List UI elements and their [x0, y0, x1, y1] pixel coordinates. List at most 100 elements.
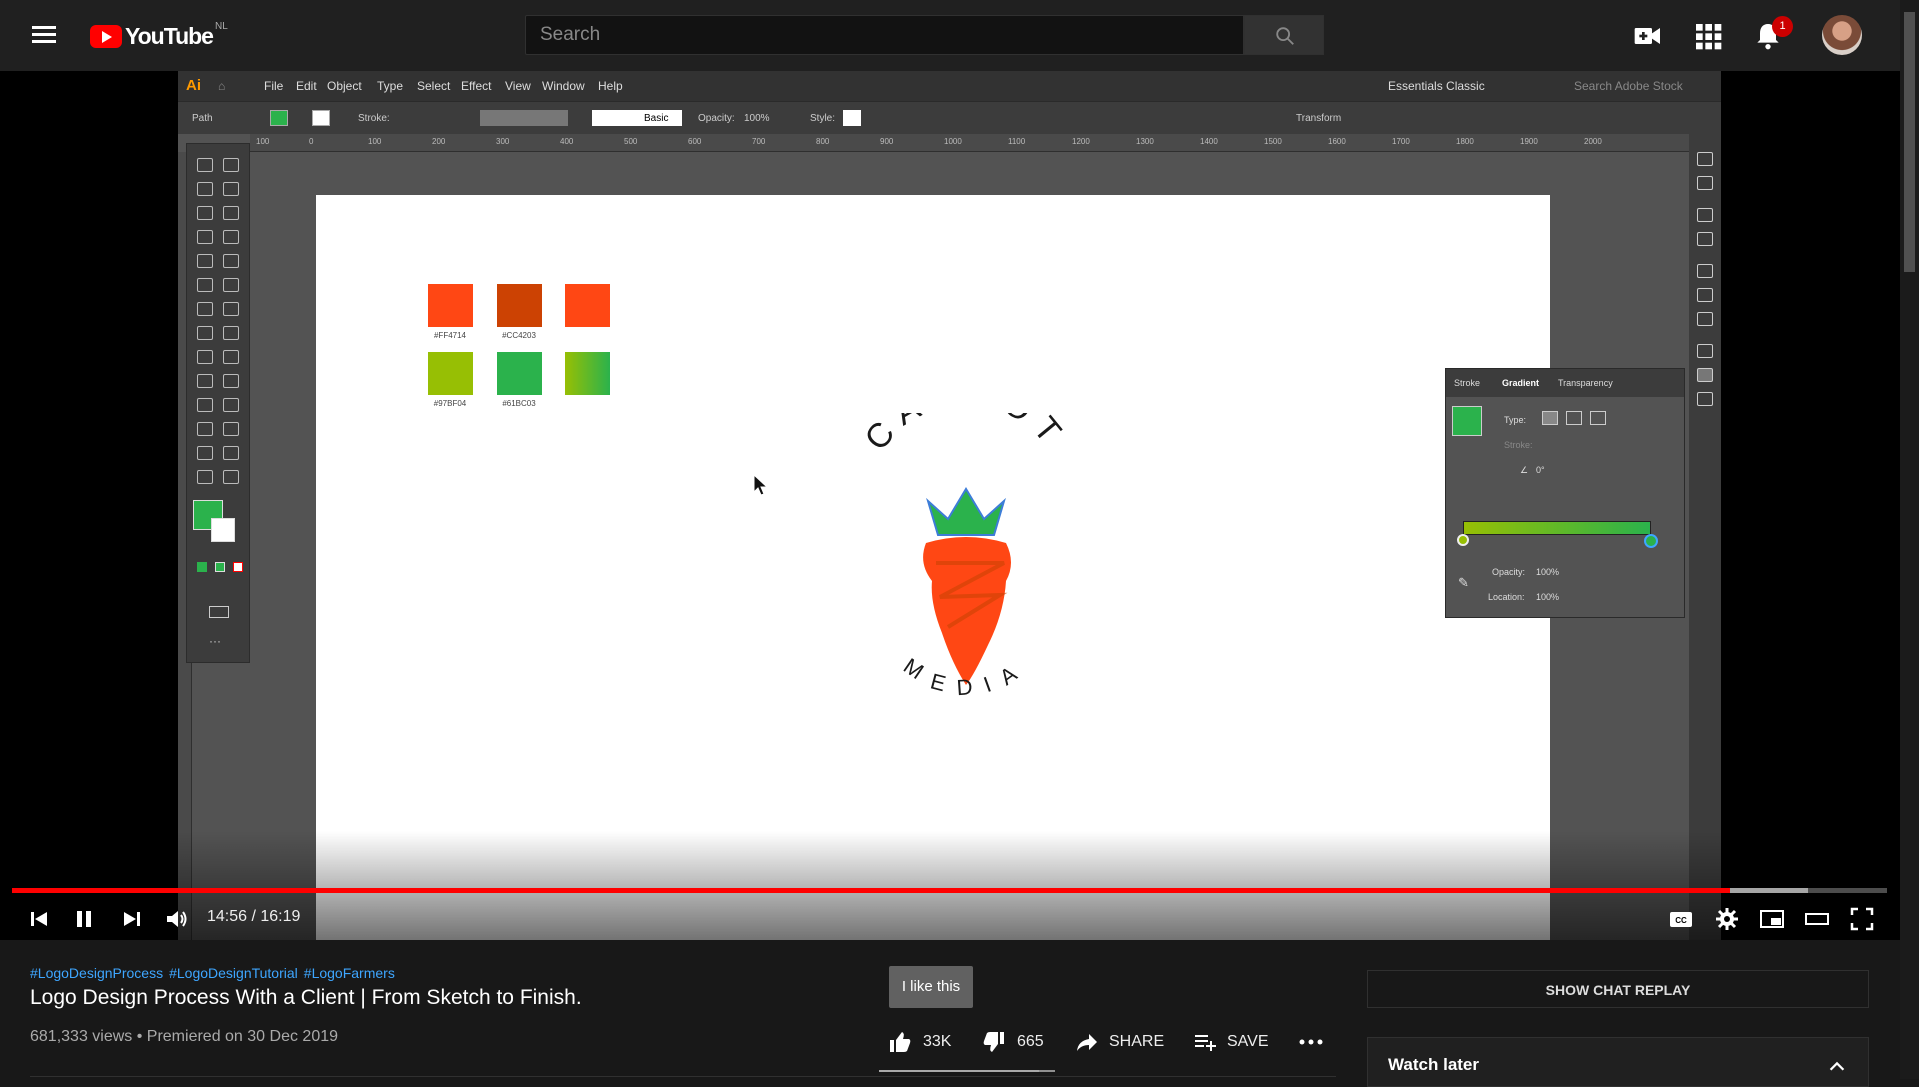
direct-selection-tool-icon — [223, 158, 239, 172]
graph-tool-icon — [223, 422, 239, 436]
save-button[interactable]: SAVE — [1193, 1030, 1269, 1054]
apps-grid-icon[interactable] — [1692, 20, 1724, 52]
theater-mode-icon[interactable] — [1804, 907, 1830, 931]
color-swatch — [565, 284, 610, 327]
like-tooltip: I like this — [889, 966, 973, 1008]
progress-bar[interactable] — [12, 888, 1887, 893]
export-panel-icon — [1697, 288, 1713, 302]
scrollbar-thumb[interactable] — [1904, 12, 1915, 272]
gradient-stop-start — [1457, 534, 1469, 546]
next-icon[interactable] — [120, 907, 144, 931]
more-actions-button[interactable] — [1298, 1030, 1334, 1054]
home-icon: ⌂ — [218, 79, 226, 93]
show-chat-replay-button[interactable]: SHOW CHAT REPLAY — [1367, 970, 1869, 1008]
search-icon — [1276, 27, 1294, 45]
gradient-mode-icon — [215, 562, 225, 572]
gradient-stroke-label: Stroke: — [1504, 440, 1533, 450]
ai-menu-view: View — [505, 79, 531, 93]
miniplayer-icon[interactable] — [1759, 907, 1785, 931]
dislike-button[interactable]: 665 — [981, 1030, 1044, 1054]
like-button[interactable]: 33K — [887, 1030, 951, 1054]
ruler-tick: 1000 — [944, 137, 962, 146]
workspace-switcher: Essentials Classic — [1388, 79, 1485, 93]
ruler-tick: 200 — [432, 137, 446, 146]
color-swatch — [428, 352, 473, 395]
youtube-play-icon — [90, 24, 122, 48]
symbol-sprayer-icon — [197, 422, 213, 436]
page-scrollbar[interactable] — [1900, 0, 1919, 1079]
color-guide-icon — [1697, 152, 1713, 166]
tab-transparency: Transparency — [1558, 378, 1613, 388]
opacity-label: Opacity: — [698, 113, 735, 124]
brushes-panel-icon — [1697, 208, 1713, 222]
ai-menu-file: File — [264, 79, 284, 93]
chevron-up-icon[interactable] — [1826, 1056, 1848, 1078]
radial-gradient-icon — [1566, 411, 1582, 425]
hashtag-link[interactable]: #LogoDesignTutorial — [169, 965, 298, 981]
stroke-color-box — [211, 518, 235, 542]
ruler-tick: 900 — [880, 137, 894, 146]
svg-text:CC: CC — [1675, 916, 1687, 925]
search-input[interactable] — [525, 15, 1244, 55]
pause-icon[interactable] — [72, 907, 96, 931]
hashtag-link[interactable]: #LogoDesignProcess — [30, 965, 163, 981]
stroke-panel-icon — [1697, 344, 1713, 358]
mouse-cursor-icon — [753, 474, 769, 496]
hashtag-link[interactable]: #LogoFarmers — [304, 965, 395, 981]
lasso-icon — [223, 182, 239, 196]
linear-gradient-icon — [1542, 411, 1558, 425]
color-swatch — [428, 284, 473, 327]
menu-icon[interactable] — [32, 26, 56, 44]
previous-icon[interactable] — [27, 907, 51, 931]
volume-icon[interactable] — [164, 907, 190, 931]
ruler-tick: 1200 — [1072, 137, 1090, 146]
youtube-logo[interactable]: YouTube NL — [90, 21, 228, 50]
gradient-panel-icon — [1697, 368, 1713, 382]
notification-badge: 1 — [1772, 16, 1793, 37]
gradient-preview — [1452, 406, 1482, 436]
logo-text: YouTube — [125, 22, 214, 49]
shaper-tool-icon — [197, 278, 213, 292]
stroke-label: Stroke: — [358, 113, 390, 124]
symbols-panel-icon — [1697, 232, 1713, 246]
avatar[interactable] — [1822, 15, 1862, 55]
playlist-add-icon — [1195, 1035, 1216, 1051]
search-button[interactable] — [1244, 15, 1324, 55]
ai-menu-edit: Edit — [296, 79, 317, 93]
create-video-icon[interactable] — [1632, 20, 1664, 52]
rectangle-tool-icon — [197, 254, 213, 268]
selection-tool-icon — [197, 158, 213, 172]
stroke-swatch — [312, 110, 330, 126]
video-player[interactable]: Ai ⌂ File Edit Object Type Select Effect… — [0, 71, 1900, 940]
ruler-tick: 1700 — [1392, 137, 1410, 146]
time-display: 14:56 / 16:19 — [207, 908, 301, 925]
gradient-stop-end — [1644, 534, 1658, 548]
color-swatch — [497, 352, 542, 395]
artboard: #FF4714 #CC4203 #97BF04 #61BC03 CARROT M… — [316, 195, 1550, 940]
mesh-tool-icon — [197, 374, 213, 388]
ai-menu-type: Type — [377, 79, 404, 93]
warp-tool-icon — [197, 326, 213, 340]
more-tools-icon: ··· — [209, 634, 221, 648]
share-icon — [1077, 1034, 1097, 1051]
type-tool-icon — [197, 230, 213, 244]
ruler-tick: 500 — [624, 137, 638, 146]
subtitles-icon[interactable]: CC — [1669, 907, 1693, 931]
fullscreen-icon[interactable] — [1850, 907, 1874, 931]
blend-tool-icon — [223, 398, 239, 412]
thumbs-down-icon — [983, 1032, 1004, 1052]
stop-opacity-value: 100% — [1536, 567, 1560, 577]
swatch-hex-label: #61BC03 — [502, 399, 536, 408]
ai-menu-help: Help — [598, 79, 623, 93]
opacity-value: 100% — [744, 113, 770, 124]
like-count: 33K — [923, 1033, 952, 1050]
color-swatch — [497, 284, 542, 327]
ruler-tick: 1800 — [1456, 137, 1474, 146]
shape-builder-icon — [197, 350, 213, 364]
settings-gear-icon[interactable] — [1715, 907, 1739, 931]
ruler-tick: 600 — [688, 137, 702, 146]
swatch-hex-label: #97BF04 — [433, 399, 467, 408]
slice-tool-icon — [223, 446, 239, 460]
video-meta: 681,333 views • Premiered on 30 Dec 2019 — [30, 1028, 339, 1045]
share-button[interactable]: SHARE — [1075, 1030, 1164, 1054]
